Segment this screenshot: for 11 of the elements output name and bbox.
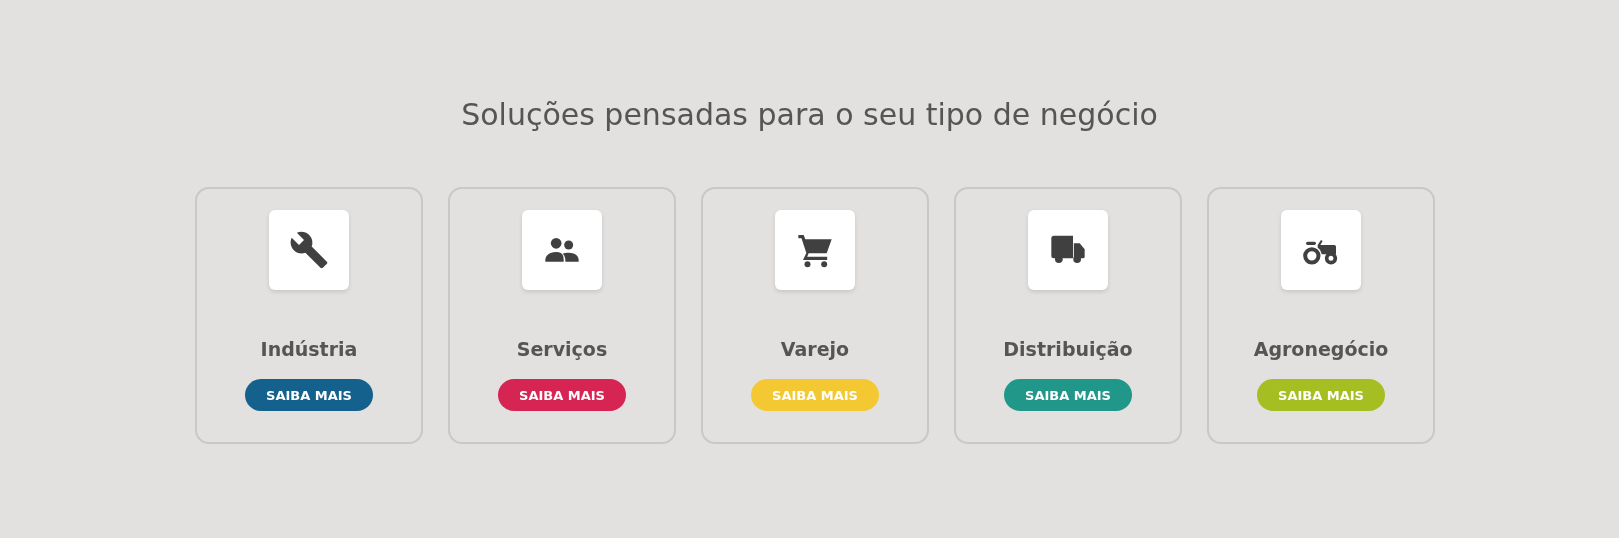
card-title: Agronegócio — [1253, 338, 1389, 360]
saiba-mais-button[interactable]: SAIBA MAIS — [245, 379, 373, 411]
card-title: Distribuição — [1003, 338, 1133, 360]
saiba-mais-button[interactable]: SAIBA MAIS — [1004, 379, 1132, 411]
card-title: Indústria — [260, 338, 358, 360]
card-title: Varejo — [780, 338, 850, 360]
saiba-mais-button[interactable]: SAIBA MAIS — [1257, 379, 1385, 411]
section-heading: Soluções pensadas para o seu tipo de negócio — [461, 96, 1158, 134]
wrench-icon — [289, 230, 329, 270]
card-title: Serviços — [516, 338, 608, 360]
saiba-mais-button[interactable]: SAIBA MAIS — [498, 379, 626, 411]
